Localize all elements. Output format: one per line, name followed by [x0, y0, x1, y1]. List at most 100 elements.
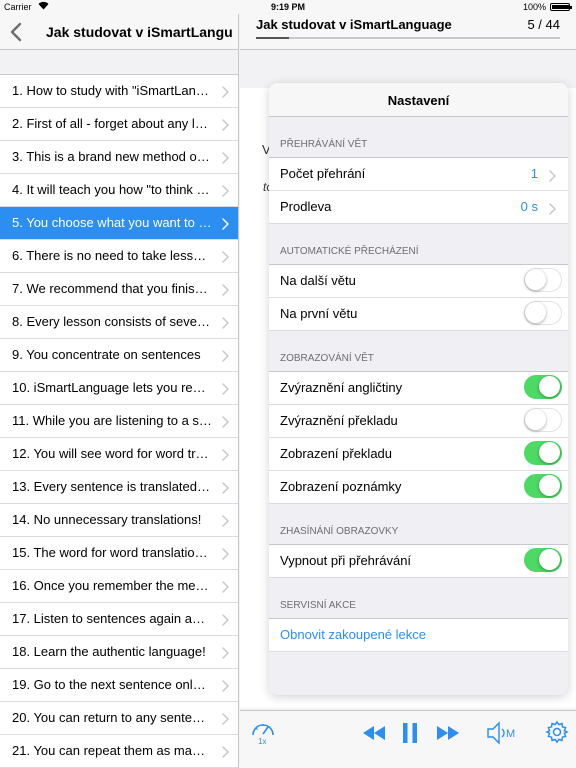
speed-icon[interactable]: 1x [250, 719, 276, 750]
settings-title: Nastavení [387, 93, 450, 108]
speed-label: 1x [258, 737, 266, 745]
chevron-right-icon [222, 85, 229, 98]
settings-section-title: SERVISNÍ AKCE [280, 600, 356, 611]
lesson-list-item[interactable]: 18. Learn the authentic language! [0, 636, 238, 669]
right-nav-bar: Jak studovat v iSmartLanguage 5 / 44 [240, 14, 576, 50]
chevron-right-icon [222, 679, 229, 692]
settings-section-title: ZOBRAZOVÁNÍ VĚT [280, 353, 374, 364]
lesson-list-item[interactable]: 8. Every lesson consists of several part… [0, 306, 238, 339]
lesson-list-item-label: 13. Every sentence is translated literal… [12, 479, 212, 494]
settings-section-header: ZOBRAZOVÁNÍ VĚT [269, 331, 568, 371]
settings-popover: Nastavení PŘEHRÁVÁNÍ VĚT Počet přehrání 1 P… [269, 83, 568, 695]
chevron-right-icon [222, 481, 229, 494]
lesson-list-item[interactable]: 1. How to study with "iSmartLanguage" [0, 75, 238, 108]
settings-toggle[interactable] [524, 375, 562, 399]
battery-percent: 100% [522, 2, 546, 12]
settings-toggle[interactable] [524, 474, 562, 498]
lesson-list-item[interactable]: 15. The word for word translation helps [0, 537, 238, 570]
lesson-list-item[interactable]: 11. While you are listening to a sentenc… [0, 405, 238, 438]
lesson-list-item[interactable]: 14. No unnecessary translations! [0, 504, 238, 537]
settings-toggle[interactable] [524, 408, 562, 432]
settings-section-title: ZHASÍNÁNÍ OBRAZOVKY [280, 526, 399, 537]
lesson-list-item[interactable]: 17. Listen to sentences again and again [0, 603, 238, 636]
restore-purchases-button[interactable]: Obnovit zakoupené lekce [269, 619, 568, 652]
lesson-title: Jak studovat v iSmartLanguage [256, 17, 452, 32]
lesson-list-item-label: 18. Learn the authentic language! [12, 644, 206, 659]
lesson-list-item-label: 10. iSmartLanguage lets you repeat [12, 380, 212, 395]
lesson-list-item[interactable]: 10. iSmartLanguage lets you repeat [0, 372, 238, 405]
lesson-list-item[interactable]: 5. You choose what you want to learn [0, 207, 238, 240]
settings-group: Vypnout při přehrávání [269, 544, 568, 578]
settings-row-label: Zobrazení poznámky [280, 479, 402, 494]
lesson-list-item[interactable]: 6. There is no need to take lessons [0, 240, 238, 273]
settings-row[interactable]: Počet přehrání 1 [269, 158, 568, 191]
lesson-list-item[interactable]: 12. You will see word for word translati… [0, 438, 238, 471]
settings-row-label: Prodleva [280, 199, 332, 214]
lesson-list-item-label: 15. The word for word translation helps [12, 545, 212, 560]
chevron-right-icon [222, 448, 229, 461]
chevron-right-icon [222, 316, 229, 329]
lesson-list-item[interactable]: 13. Every sentence is translated literal… [0, 471, 238, 504]
lesson-progress-bar [256, 37, 560, 39]
pause-icon[interactable] [402, 723, 418, 748]
lesson-list-item[interactable]: 9. You concentrate on sentences [0, 339, 238, 372]
volume-icon[interactable]: M [486, 721, 520, 750]
gear-icon[interactable] [545, 720, 569, 749]
settings-row-value: 0 s [520, 199, 538, 214]
fast-forward-icon[interactable] [435, 726, 459, 745]
volume-label: M [506, 728, 515, 740]
chevron-right-icon [222, 382, 229, 395]
chevron-right-icon [549, 169, 556, 182]
settings-toggle[interactable] [524, 301, 562, 325]
lesson-list-item[interactable]: 4. It will teach you how "to think in En… [0, 174, 238, 207]
lesson-list-item[interactable]: 21. You can repeat them as many times [0, 735, 238, 768]
settings-group: Na další větu Na první větu [269, 264, 568, 331]
restore-purchases-label: Obnovit zakoupené lekce [280, 627, 426, 642]
chevron-right-icon [222, 349, 229, 362]
settings-row-label: Na první větu [280, 306, 358, 321]
lesson-list-panel: Jak studovat v iSmartLanguage 1. How to … [0, 14, 239, 768]
chevron-right-icon [222, 580, 229, 593]
settings-row-label: Vypnout při přehrávání [280, 553, 412, 568]
settings-row[interactable]: Prodleva 0 s [269, 191, 568, 224]
chevron-right-icon [222, 613, 229, 626]
lesson-list-item[interactable]: 2. First of all - forget about any langu… [0, 108, 238, 141]
lesson-list: 1. How to study with "iSmartLanguage" 2. … [0, 74, 238, 768]
status-time: 9:19 PM [270, 2, 305, 12]
lesson-list-item-label: 2. First of all - forget about any langu… [12, 116, 212, 131]
settings-row: Zobrazení překladu [269, 438, 568, 471]
settings-row: Vypnout při přehrávání [269, 545, 568, 578]
settings-group: Počet přehrání 1 Prodleva 0 s [269, 157, 568, 224]
settings-toggle[interactable] [524, 268, 562, 292]
settings-toggle[interactable] [524, 441, 562, 465]
settings-row: Zvýraznění překladu [269, 405, 568, 438]
settings-section-header: SERVISNÍ AKCE [269, 578, 568, 618]
chevron-right-icon [222, 415, 229, 428]
back-chevron-icon[interactable] [8, 21, 24, 43]
lesson-list-item-label: 17. Listen to sentences again and again [12, 611, 212, 626]
lesson-list-item[interactable]: 3. This is a brand new method of learnin… [0, 141, 238, 174]
settings-group: Obnovit zakoupené lekce [269, 618, 568, 652]
settings-row-value: 1 [530, 166, 538, 181]
lesson-list-item-label: 21. You can repeat them as many times [12, 743, 212, 758]
settings-row: Zobrazení poznámky [269, 471, 568, 504]
settings-row: Zvýraznění angličtiny [269, 372, 568, 405]
lesson-progress-fill [256, 37, 290, 39]
lesson-list-item[interactable]: 16. Once you remember the meaning [0, 570, 238, 603]
chevron-right-icon [222, 250, 229, 263]
lesson-list-item-label: 20. You can return to any sentence [12, 710, 212, 725]
toggle-knob [539, 376, 560, 397]
chevron-right-icon [222, 514, 229, 527]
chevron-right-icon [222, 118, 229, 131]
settings-row-label: Zvýraznění překladu [280, 413, 398, 428]
settings-toggle[interactable] [524, 548, 562, 572]
status-bar: Carrier 9:19 PM 100% [0, 0, 576, 14]
lesson-list-item[interactable]: 7. We recommend that you finish lessons [0, 273, 238, 306]
lesson-list-item[interactable]: 19. Go to the next sentence only when [0, 669, 238, 702]
settings-row-label: Zvýraznění angličtiny [280, 380, 403, 395]
rewind-icon[interactable] [363, 726, 387, 745]
chevron-right-icon [222, 151, 229, 164]
lesson-list-item[interactable]: 20. You can return to any sentence [0, 702, 238, 735]
settings-group: Zvýraznění angličtiny Zvýraznění překladu… [269, 371, 568, 504]
chevron-right-icon [549, 202, 556, 215]
